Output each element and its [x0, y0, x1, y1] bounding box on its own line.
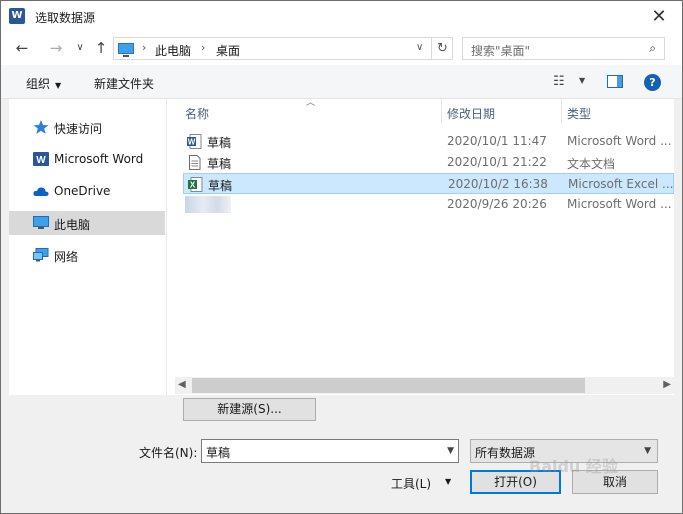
organize-label: 组织	[26, 77, 51, 91]
select-data-source-dialog: W 选取数据源 ✕ ← → ∨ ↑ › 此电脑 › 桌面 ∨ ↻ 搜索"桌面" …	[0, 0, 683, 514]
file-row[interactable]: W 草稿 2020/10/1 11:47 Microsoft Word ...	[183, 131, 674, 152]
svg-text:W: W	[188, 138, 196, 147]
file-type: Microsoft Word ...	[567, 197, 672, 211]
file-type: Microsoft Excel ...	[568, 177, 674, 191]
sidebar-item-network[interactable]: 网络	[9, 243, 165, 267]
svg-text:X: X	[190, 181, 196, 190]
up-arrow-icon[interactable]: ↑	[92, 39, 110, 57]
sidebar-item-this-pc[interactable]: 此电脑	[9, 211, 165, 235]
filename-label: 文件名(N):	[139, 446, 198, 460]
horizontal-scrollbar[interactable]: ◀ ▶	[175, 377, 674, 394]
new-folder-button[interactable]: 新建文件夹	[94, 75, 154, 92]
main-content: 快速访问 W Microsoft Word OneDrive 此电脑 网络 ︿ …	[9, 98, 674, 395]
file-row[interactable]: 草稿 2020/10/1 21:22 文本文档	[183, 152, 674, 173]
column-header-name[interactable]: 名称	[185, 105, 209, 122]
sort-ascending-icon: ︿	[306, 98, 316, 108]
sidebar-item-label: 网络	[54, 250, 79, 264]
breadcrumb-separator-icon: ›	[142, 41, 147, 54]
column-divider[interactable]	[561, 99, 562, 124]
file-date: 2020/9/26 20:26	[447, 197, 547, 211]
recent-locations-chevron-icon[interactable]: ∨	[71, 39, 89, 57]
filename-value: 草稿	[206, 446, 231, 460]
command-toolbar: 组织 ▼ 新建文件夹 ☷ ▼ ?	[1, 65, 682, 99]
organize-menu-button[interactable]: 组织 ▼	[26, 75, 61, 92]
tools-menu-button[interactable]: 工具(L) ▼	[387, 473, 459, 494]
file-name: 草稿	[207, 157, 232, 171]
computer-icon	[118, 43, 134, 57]
column-header-type[interactable]: 类型	[567, 105, 591, 122]
navigation-pane: 快速访问 W Microsoft Word OneDrive 此电脑 网络	[9, 99, 167, 395]
back-arrow-icon[interactable]: ←	[13, 39, 31, 57]
chevron-down-icon[interactable]: ▼	[447, 446, 454, 456]
word-doc-icon: W	[187, 134, 202, 149]
text-doc-icon	[189, 155, 201, 170]
close-button[interactable]: ✕	[636, 1, 682, 32]
cloud-icon	[33, 187, 49, 196]
sidebar-item-microsoft-word[interactable]: W Microsoft Word	[9, 147, 165, 171]
caret-down-icon: ▼	[445, 477, 452, 486]
file-row[interactable]: 2020/9/26 20:26 Microsoft Word ...	[183, 194, 674, 215]
file-name: 草稿	[208, 179, 233, 193]
sidebar-item-onedrive[interactable]: OneDrive	[9, 179, 165, 203]
scroll-left-icon[interactable]: ◀	[178, 379, 186, 390]
column-divider[interactable]	[441, 99, 442, 124]
column-header-date[interactable]: 修改日期	[447, 105, 495, 122]
file-type: Microsoft Word ...	[567, 134, 672, 148]
search-placeholder: 搜索"桌面"	[471, 44, 531, 58]
file-date: 2020/10/1 11:47	[447, 134, 547, 148]
excel-doc-icon: X	[188, 177, 203, 192]
breadcrumb-separator-icon: ›	[201, 41, 206, 54]
sidebar-item-label: Microsoft Word	[54, 152, 144, 166]
sidebar-item-label: 快速访问	[54, 122, 103, 136]
search-input[interactable]: 搜索"桌面" ⌕	[462, 37, 665, 60]
svg-text:W: W	[36, 155, 46, 166]
star-icon	[33, 120, 49, 134]
search-icon: ⌕	[649, 41, 656, 55]
file-type: 文本文档	[567, 157, 616, 171]
view-options-icon[interactable]: ☷	[553, 74, 565, 89]
sidebar-item-quick-access[interactable]: 快速访问	[9, 115, 165, 139]
file-date: 2020/10/1 21:22	[447, 155, 547, 169]
address-bar[interactable]: › 此电脑 › 桌面 ∨ ↻	[113, 37, 453, 60]
caret-down-icon[interactable]: ▼	[579, 76, 585, 85]
breadcrumb-this-pc[interactable]: 此电脑	[155, 42, 191, 59]
sidebar-item-label: 此电脑	[54, 218, 91, 232]
sidebar-item-label: OneDrive	[54, 184, 111, 198]
word-app-icon: W	[9, 8, 25, 24]
forward-arrow-icon[interactable]: →	[47, 39, 65, 57]
window-title: 选取数据源	[35, 11, 96, 25]
file-row-selected[interactable]: X 草稿 2020/10/2 16:38 Microsoft Excel ...	[183, 173, 674, 194]
breadcrumb-desktop[interactable]: 桌面	[216, 42, 240, 59]
baidu-watermark: Baidu 经验	[529, 457, 618, 476]
word-icon: W	[33, 152, 49, 166]
file-date: 2020/10/2 16:38	[448, 177, 548, 191]
refresh-icon[interactable]: ↻	[431, 38, 453, 59]
scroll-right-icon[interactable]: ▶	[663, 379, 671, 390]
file-name: 草稿	[207, 136, 232, 150]
file-list: ︿ 名称 修改日期 类型 W 草稿 2020/10/1 11:47 Micros…	[175, 98, 674, 377]
network-icon	[33, 248, 49, 262]
filename-field[interactable]: 草稿 ▼	[201, 439, 459, 463]
blurred-file-name	[185, 196, 231, 213]
computer-icon	[33, 216, 49, 229]
chevron-down-icon: ▼	[644, 446, 651, 456]
filter-value: 所有数据源	[475, 446, 536, 460]
new-source-button[interactable]: 新建源(S)...	[183, 398, 316, 421]
scrollbar-thumb[interactable]	[192, 378, 585, 393]
caret-down-icon: ▼	[55, 81, 62, 90]
address-dropdown-chevron-icon[interactable]: ∨	[416, 42, 423, 53]
preview-pane-icon[interactable]	[607, 75, 623, 88]
title-bar: W 选取数据源 ✕	[1, 1, 682, 32]
navigation-bar: ← → ∨ ↑ › 此电脑 › 桌面 ∨ ↻ 搜索"桌面" ⌕	[1, 32, 682, 65]
tools-label: 工具(L)	[391, 477, 432, 491]
help-icon[interactable]: ?	[644, 74, 661, 91]
